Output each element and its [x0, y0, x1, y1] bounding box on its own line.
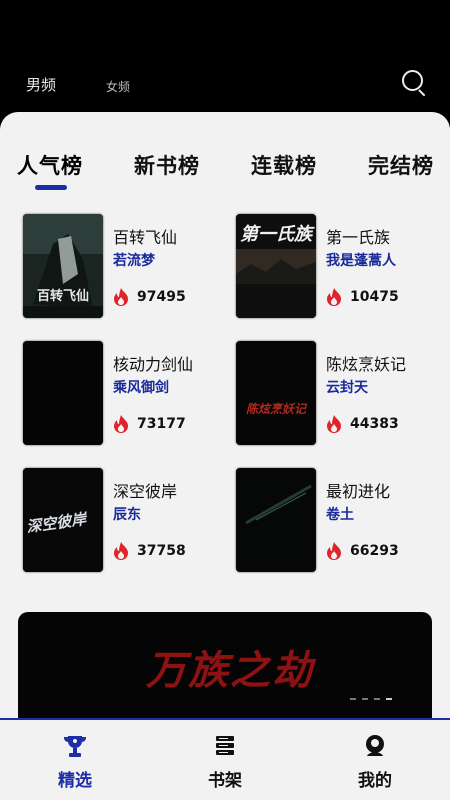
nav-label: 书架: [208, 771, 242, 791]
bookshelf-icon: [216, 736, 234, 755]
search-icon[interactable]: [402, 70, 428, 97]
heat-number: 97495: [137, 289, 186, 305]
tab-male[interactable]: 男频: [26, 74, 56, 95]
fire-icon: [327, 288, 341, 306]
book-cover[interactable]: 深空彼岸: [23, 468, 103, 572]
pager-dot: [362, 698, 368, 700]
book-card[interactable]: 第一氏族 第一氏族 我是蓬蒿人 10475: [236, 214, 436, 318]
fire-icon: [114, 288, 128, 306]
book-cover[interactable]: 百转飞仙: [23, 214, 103, 318]
heat-number: 73177: [137, 416, 186, 432]
heat-count: 44383: [326, 414, 399, 434]
book-cover[interactable]: 第一氏族: [236, 214, 316, 318]
fire-icon: [114, 415, 128, 433]
fire-icon: [327, 415, 341, 433]
pager-dot: [350, 698, 356, 700]
content-panel: 人气榜 新书榜 连载榜 完结榜 百转飞仙 百转飞仙 若流梦 97495 第一氏族…: [0, 112, 450, 722]
heat-number: 44383: [350, 416, 399, 432]
heat-number: 10475: [350, 289, 399, 305]
book-author[interactable]: 若流梦: [113, 250, 155, 270]
book-card[interactable]: 陈炫烹妖记 陈炫烹妖记 云封天 44383: [236, 341, 436, 445]
book-title[interactable]: 陈炫烹妖记: [326, 351, 406, 375]
tab-completed[interactable]: 完结榜: [368, 150, 434, 180]
book-title[interactable]: 百转飞仙: [113, 224, 177, 248]
nav-featured[interactable]: 精选: [25, 720, 125, 800]
book-author[interactable]: 卷土: [326, 504, 354, 524]
heat-number: 66293: [350, 543, 399, 559]
tab-new[interactable]: 新书榜: [134, 150, 200, 180]
book-cover[interactable]: 陈炫烹妖记: [236, 341, 316, 445]
pager-dot: [386, 698, 392, 700]
book-title[interactable]: 深空彼岸: [113, 478, 177, 502]
nav-label: 精选: [58, 771, 92, 791]
book-author[interactable]: 乘风御剑: [113, 377, 169, 397]
cover-title-text: 百转飞仙: [37, 288, 89, 304]
heat-count: 73177: [113, 414, 186, 434]
rank-tabs: 人气榜 新书榜 连载榜 完结榜: [0, 150, 450, 190]
fire-icon: [114, 542, 128, 560]
book-card[interactable]: 深空彼岸 深空彼岸 辰东 37758: [23, 468, 223, 572]
cover-title-text: 第一氏族: [240, 224, 315, 245]
fire-icon: [327, 542, 341, 560]
banner-pager: [350, 698, 410, 702]
book-card[interactable]: 百转飞仙 百转飞仙 若流梦 97495: [23, 214, 223, 318]
book-author[interactable]: 我是蓬蒿人: [326, 250, 396, 270]
book-cover[interactable]: [23, 341, 103, 445]
bottom-nav: 精选 书架 我的: [0, 718, 450, 800]
book-title[interactable]: 核动力剑仙: [113, 351, 193, 375]
book-title[interactable]: 最初进化: [326, 478, 390, 502]
trophy-icon: [64, 736, 86, 757]
profile-icon: [366, 735, 384, 756]
heat-count: 97495: [113, 287, 186, 307]
top-bar: 男频 女频: [0, 0, 450, 112]
heat-count: 37758: [113, 541, 186, 561]
promo-banner[interactable]: 万族之劫: [18, 612, 432, 722]
nav-bookshelf[interactable]: 书架: [175, 720, 275, 800]
nav-label: 我的: [358, 771, 392, 791]
book-cover[interactable]: [236, 468, 316, 572]
book-card[interactable]: 核动力剑仙 乘风御剑 73177: [23, 341, 223, 445]
cover-title-text: 陈炫烹妖记: [246, 402, 308, 416]
tab-serial[interactable]: 连载榜: [251, 150, 317, 180]
book-author[interactable]: 云封天: [326, 377, 368, 397]
heat-count: 10475: [326, 287, 399, 307]
book-card[interactable]: 最初进化 卷土 66293: [236, 468, 436, 572]
book-title[interactable]: 第一氏族: [326, 224, 390, 248]
nav-profile[interactable]: 我的: [325, 720, 425, 800]
tab-popular[interactable]: 人气榜: [17, 150, 83, 180]
heat-count: 66293: [326, 541, 399, 561]
book-author[interactable]: 辰东: [113, 504, 141, 524]
tab-female[interactable]: 女频: [106, 78, 130, 95]
tab-indicator: [35, 185, 67, 190]
pager-dot: [374, 698, 380, 700]
banner-title: 万族之劫: [146, 647, 314, 694]
heat-number: 37758: [137, 543, 186, 559]
